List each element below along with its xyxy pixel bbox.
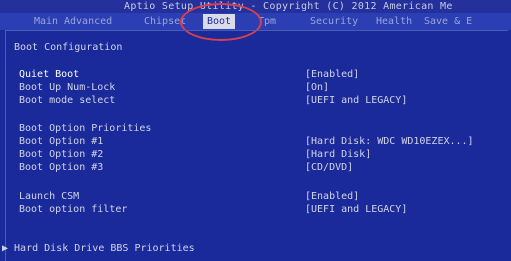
tab-health[interactable]: Health: [372, 15, 416, 28]
setting-value[interactable]: [CD/DVD]: [305, 162, 353, 174]
tab-chipset[interactable]: Chipset: [140, 15, 190, 28]
setting-label: Boot Option #1: [19, 136, 104, 147]
tab-save-exit[interactable]: Save & E: [420, 15, 476, 28]
bios-screen: Aptio Setup Utility - Copyright (C) 2012…: [0, 0, 511, 261]
setting-value[interactable]: [Hard Disk]: [305, 149, 371, 161]
bios-title: Aptio Setup Utility - Copyright (C) 2012…: [124, 1, 453, 12]
boot-settings-panel: Boot Configuration Quiet Boot [Enabled] …: [2, 30, 508, 261]
setting-label: Boot Up Num-Lock: [19, 82, 116, 93]
tab-bar: Main Advanced Chipset Boot Tpm Security …: [0, 13, 511, 30]
tab-main[interactable]: Main: [30, 15, 62, 28]
tab-tpm[interactable]: Tpm: [254, 15, 280, 28]
tab-boot[interactable]: Boot: [203, 14, 236, 29]
setting-value[interactable]: [UEFI and LEGACY]: [305, 204, 407, 216]
setting-label: Boot Option #2: [19, 149, 104, 160]
bios-title-bar: Aptio Setup Utility - Copyright (C) 2012…: [0, 0, 511, 13]
setting-value[interactable]: [Enabled]: [305, 69, 359, 81]
setting-value[interactable]: [UEFI and LEGACY]: [305, 95, 407, 107]
setting-value[interactable]: [Enabled]: [305, 191, 359, 203]
setting-label: Boot Option #3: [19, 162, 104, 173]
setting-label: Boot option filter: [19, 204, 128, 215]
setting-value[interactable]: [On]: [305, 82, 329, 94]
tab-advanced[interactable]: Advanced: [60, 15, 116, 28]
setting-label: Quiet Boot: [19, 69, 80, 80]
setting-label: Boot mode select: [19, 95, 116, 106]
tab-security[interactable]: Security: [306, 15, 362, 28]
setting-value[interactable]: [Hard Disk: WDC WD10EZEX...]: [305, 136, 474, 148]
setting-label: Launch CSM: [19, 191, 80, 202]
